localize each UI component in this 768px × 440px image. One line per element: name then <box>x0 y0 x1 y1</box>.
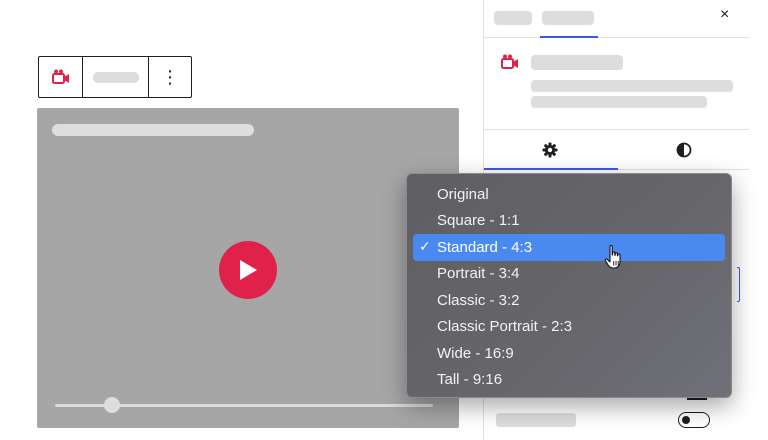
toggle-knob <box>682 415 690 424</box>
menu-item-square[interactable]: Square - 1:1 <box>413 208 725 235</box>
menu-item-original[interactable]: Original <box>413 181 725 208</box>
block-card <box>484 38 749 130</box>
sidebar-header: × <box>484 0 749 38</box>
menu-item-label: Classic Portrait - 2:3 <box>437 318 573 336</box>
menu-item-wide[interactable]: Wide - 16:9 <box>413 340 725 367</box>
menu-item-classic-portrait[interactable]: Classic Portrait - 2:3 <box>413 314 725 341</box>
tab-styles[interactable] <box>618 130 750 170</box>
block-toolbar: ⋮ <box>38 56 192 98</box>
menu-item-classic[interactable]: Classic - 3:2 <box>413 287 725 314</box>
setting-toggle[interactable] <box>678 412 710 428</box>
tab-block-placeholder[interactable] <box>542 11 594 25</box>
menu-item-label: Original <box>437 185 489 203</box>
menu-item-portrait[interactable]: Portrait - 3:4 <box>413 261 725 288</box>
menu-item-label: Standard - 4:3 <box>437 238 533 256</box>
video-title-placeholder <box>52 124 254 136</box>
hand-pointer-icon <box>604 245 621 269</box>
video-block-type-button[interactable] <box>39 57 83 97</box>
video-camera-icon <box>501 54 518 69</box>
half-circle-icon <box>676 142 692 158</box>
block-description-placeholder <box>531 96 707 108</box>
editor-page: ⋮ × Original Square - 1:1 ✓ Standard - 4… <box>0 0 768 440</box>
toolbar-middle-button[interactable] <box>83 57 149 97</box>
more-options-button[interactable]: ⋮ <box>149 57 191 97</box>
menu-item-standard[interactable]: ✓ Standard - 4:3 <box>413 234 725 261</box>
block-title-placeholder <box>531 55 623 70</box>
block-description-placeholder <box>531 80 733 92</box>
video-preview <box>37 108 459 428</box>
menu-item-tall[interactable]: Tall - 9:16 <box>413 367 725 394</box>
inspector-tabs <box>484 130 749 170</box>
tab-post-placeholder[interactable] <box>494 11 532 25</box>
close-sidebar-button[interactable]: × <box>720 6 729 24</box>
play-button[interactable] <box>219 241 277 299</box>
aspect-ratio-select-edge[interactable] <box>737 267 740 302</box>
tab-settings[interactable] <box>484 130 616 170</box>
checkmark-icon: ✓ <box>419 238 431 254</box>
gear-icon <box>542 142 558 158</box>
active-inspector-tab-indicator <box>484 168 618 170</box>
video-progress-handle[interactable] <box>104 397 120 413</box>
toggle-label-placeholder <box>496 413 576 427</box>
menu-item-label: Portrait - 3:4 <box>437 265 520 283</box>
menu-item-label: Classic - 3:2 <box>437 291 520 309</box>
video-camera-icon <box>51 69 69 84</box>
menu-item-label: Square - 1:1 <box>437 212 520 230</box>
toolbar-placeholder <box>93 72 139 83</box>
play-icon <box>240 260 257 280</box>
menu-item-label: Wide - 16:9 <box>437 344 514 362</box>
menu-item-label: Tall - 9:16 <box>437 371 503 389</box>
aspect-ratio-menu: Original Square - 1:1 ✓ Standard - 4:3 Po… <box>406 173 732 398</box>
